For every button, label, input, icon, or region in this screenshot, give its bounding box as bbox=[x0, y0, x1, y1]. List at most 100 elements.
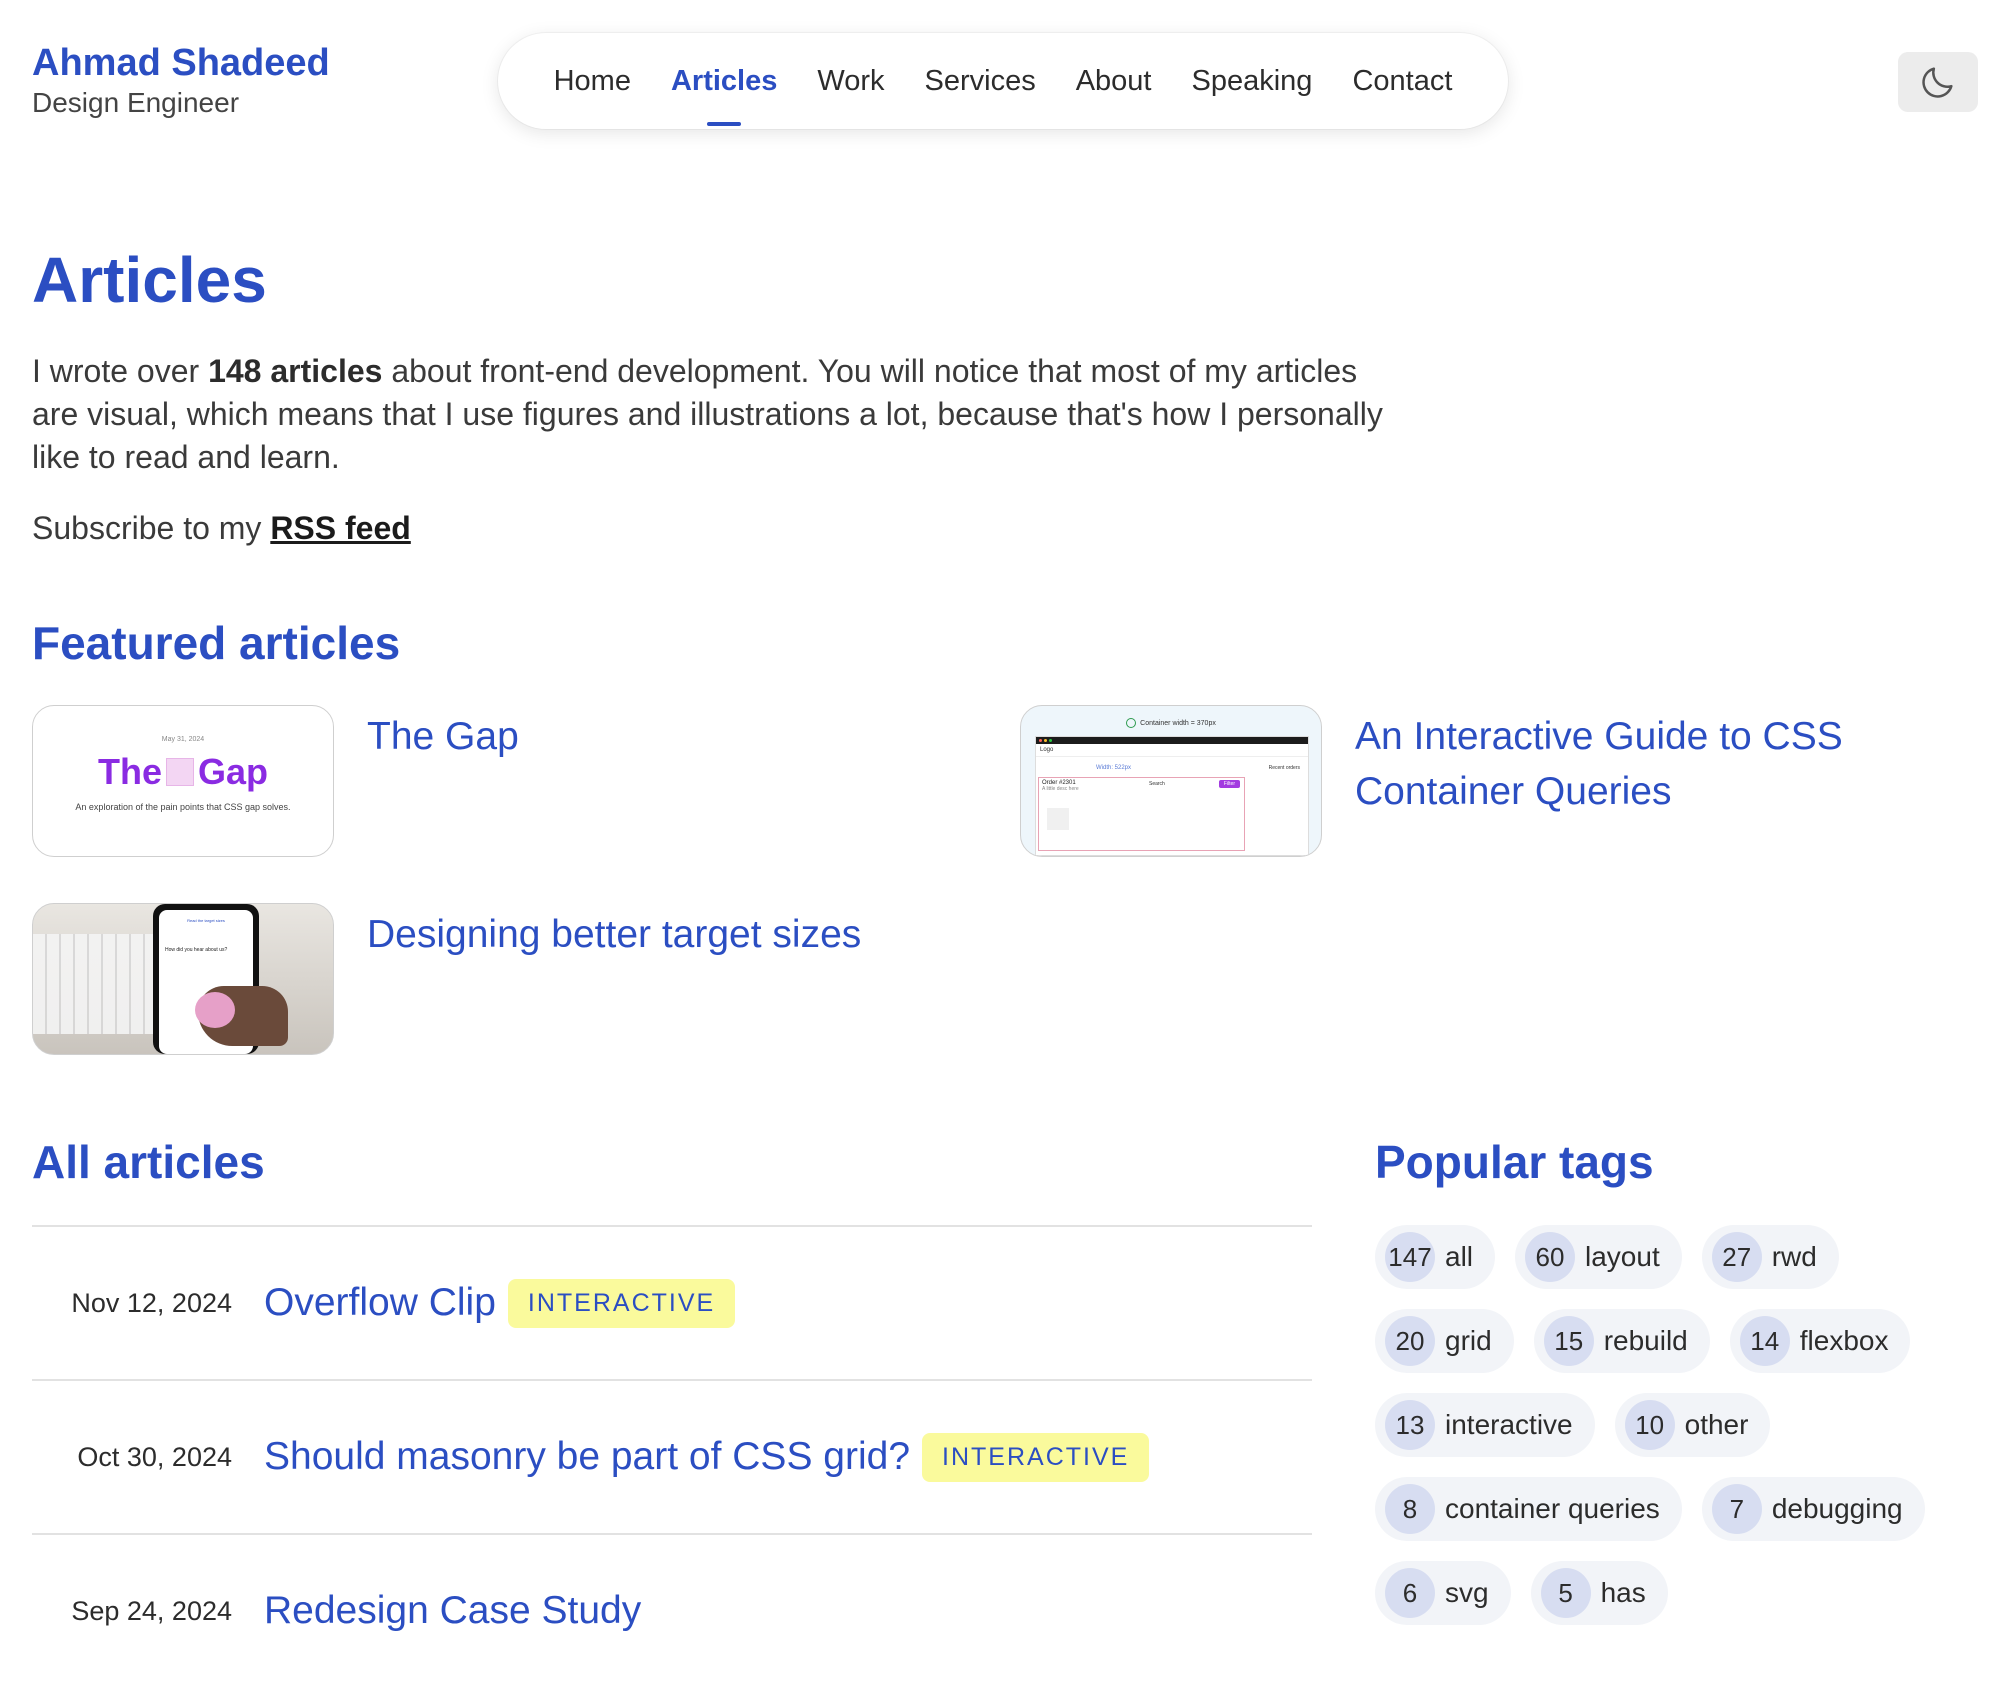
tag-count: 13 bbox=[1385, 1400, 1435, 1450]
tag-count: 5 bbox=[1540, 1568, 1591, 1618]
tag-name: other bbox=[1684, 1409, 1749, 1440]
rss-feed-link[interactable]: RSS feed bbox=[270, 510, 410, 546]
article-row[interactable]: Oct 30, 2024 Should masonry be part of C… bbox=[32, 1379, 1312, 1533]
thumb-order-card: Order #2301 A little desc here Search Fi… bbox=[1038, 777, 1245, 851]
tag-count: 7 bbox=[1711, 1484, 1762, 1534]
check-circle-icon bbox=[1126, 718, 1137, 728]
thumb-browser-bar bbox=[1036, 737, 1308, 744]
thumb-width-label: Width: 522px bbox=[1096, 765, 1132, 771]
thumb-date: May 31, 2024 bbox=[161, 736, 205, 743]
tag-count: 14 bbox=[1739, 1316, 1790, 1366]
tag-name: has bbox=[1600, 1577, 1646, 1608]
tag-debugging[interactable]: 7 debugging bbox=[1701, 1477, 1925, 1541]
featured-thumb-target-sizes[interactable]: Read the target sizes How did you hear a… bbox=[32, 903, 334, 1055]
featured-title-the-gap[interactable]: The Gap bbox=[367, 709, 519, 764]
brand-name-link[interactable]: Ahmad Shadeed bbox=[32, 40, 330, 86]
tag-count: 6 bbox=[1385, 1568, 1435, 1618]
intro-article-count: 148 articles bbox=[208, 353, 383, 389]
featured-heading: Featured articles bbox=[32, 617, 401, 669]
nav-home[interactable]: Home bbox=[534, 33, 651, 129]
tag-count: 27 bbox=[1711, 1232, 1762, 1282]
tag-name: grid bbox=[1445, 1325, 1492, 1356]
article-list: Nov 12, 2024 Overflow Clip INTERACTIVE O… bbox=[32, 1225, 1312, 1687]
thumb-container-label: Container width = 370px bbox=[1021, 718, 1321, 728]
nav-about[interactable]: About bbox=[1056, 33, 1172, 129]
tag-name: debugging bbox=[1771, 1493, 1903, 1524]
tag-name: svg bbox=[1445, 1577, 1489, 1608]
thumb-word-gap: Gap bbox=[198, 751, 269, 792]
tag-svg[interactable]: 6 svg bbox=[1375, 1561, 1511, 1625]
article-date: Sep 24, 2024 bbox=[71, 1595, 232, 1626]
article-row[interactable]: Nov 12, 2024 Overflow Clip INTERACTIVE bbox=[32, 1225, 1312, 1379]
tag-container-queries[interactable]: 8 container queries bbox=[1375, 1477, 1682, 1541]
tag-flexbox[interactable]: 14 flexbox bbox=[1729, 1309, 1911, 1373]
page-title: Articles bbox=[32, 244, 267, 316]
subscribe-text: Subscribe to my bbox=[32, 510, 271, 546]
thumb-caption: An exploration of the pain points that C… bbox=[75, 802, 291, 812]
article-row[interactable]: Sep 24, 2024 Redesign Case Study bbox=[32, 1533, 1312, 1687]
tag-count: 147 bbox=[1385, 1232, 1435, 1282]
featured-title-target-sizes[interactable]: Designing better target sizes bbox=[367, 907, 861, 962]
thumb-order: Order #2301 bbox=[1042, 780, 1076, 786]
thumb-browser: Logo Width: 522px Recent orders Order #2… bbox=[1035, 736, 1309, 856]
article-title-link[interactable]: Should masonry be part of CSS grid? bbox=[264, 1435, 910, 1479]
intro-text-before: I wrote over bbox=[32, 353, 209, 389]
nav-contact[interactable]: Contact bbox=[1332, 33, 1472, 129]
tag-grid[interactable]: 20 grid bbox=[1375, 1309, 1514, 1373]
tag-other[interactable]: 10 other bbox=[1614, 1393, 1771, 1457]
article-title-link[interactable]: Redesign Case Study bbox=[264, 1589, 641, 1633]
tag-name: all bbox=[1445, 1241, 1474, 1272]
thumb-filter: Filter bbox=[1218, 780, 1240, 788]
nav-speaking[interactable]: Speaking bbox=[1172, 33, 1333, 129]
thumb-wordmark: The Gap bbox=[33, 751, 333, 793]
thumb-logo: Logo bbox=[1036, 744, 1308, 757]
featured-card-the-gap[interactable]: May 31, 2024 The Gap An exploration of t… bbox=[32, 705, 992, 857]
tag-name: container queries bbox=[1445, 1493, 1660, 1524]
nav-articles[interactable]: Articles bbox=[651, 33, 797, 129]
tag-rebuild[interactable]: 15 rebuild bbox=[1533, 1309, 1710, 1373]
thumb-order-sub: A little desc here bbox=[1042, 786, 1079, 792]
featured-card-target-sizes[interactable]: Read the target sizes How did you hear a… bbox=[32, 903, 992, 1055]
tag-has[interactable]: 5 has bbox=[1530, 1561, 1668, 1625]
tag-count: 10 bbox=[1624, 1400, 1675, 1450]
brand-role: Design Engineer bbox=[32, 87, 240, 118]
tag-name: interactive bbox=[1445, 1409, 1573, 1440]
window-dot-red bbox=[1039, 739, 1042, 742]
thumb-search: Search bbox=[1149, 781, 1165, 787]
thumb-container-width: Container width = 370px bbox=[1140, 719, 1216, 727]
article-title-link[interactable]: Overflow Clip bbox=[264, 1281, 496, 1325]
tag-layout[interactable]: 60 layout bbox=[1515, 1225, 1682, 1289]
featured-thumb-the-gap[interactable]: May 31, 2024 The Gap An exploration of t… bbox=[32, 705, 334, 857]
theme-toggle-button[interactable] bbox=[1898, 52, 1978, 112]
nav-services[interactable]: Services bbox=[905, 33, 1056, 129]
thumb-fingertip bbox=[195, 992, 235, 1028]
tag-count: 20 bbox=[1385, 1316, 1435, 1366]
thumb-keyboard bbox=[33, 934, 173, 1034]
nav-work[interactable]: Work bbox=[797, 33, 904, 129]
tag-name: rwd bbox=[1771, 1241, 1817, 1272]
article-date: Nov 12, 2024 bbox=[71, 1287, 232, 1318]
all-articles-heading: All articles bbox=[32, 1136, 265, 1188]
main-nav: Home Articles Work Services About Speaki… bbox=[498, 33, 1508, 129]
subscribe-line: Subscribe to my RSS feed bbox=[32, 506, 411, 550]
featured-thumb-container-queries[interactable]: Container width = 370px Logo Width: 522p… bbox=[1020, 705, 1322, 857]
thumb-phone-question: How did you hear about us? bbox=[165, 947, 228, 953]
thumb-phone-top: Read the target sizes bbox=[187, 918, 225, 923]
thumb-word-the: The bbox=[97, 751, 162, 792]
thumb-recent-orders: Recent orders bbox=[1268, 765, 1300, 771]
site-brand[interactable]: Ahmad Shadeed Design Engineer bbox=[32, 40, 330, 120]
tag-count: 8 bbox=[1385, 1484, 1435, 1534]
popular-tags-heading: Popular tags bbox=[1375, 1136, 1654, 1188]
tag-name: rebuild bbox=[1603, 1325, 1688, 1356]
interactive-badge: INTERACTIVE bbox=[922, 1432, 1150, 1482]
moon-icon bbox=[1922, 67, 1953, 98]
tag-name: layout bbox=[1585, 1241, 1660, 1272]
tag-count: 60 bbox=[1525, 1232, 1576, 1282]
tag-rwd[interactable]: 27 rwd bbox=[1701, 1225, 1839, 1289]
featured-title-container-queries[interactable]: An Interactive Guide to CSS Container Qu… bbox=[1355, 709, 1960, 819]
tag-list: 147 all 60 layout 27 rwd 20 grid 15 rebuild 1… bbox=[1375, 1225, 1935, 1625]
tag-all[interactable]: 147 all bbox=[1375, 1225, 1496, 1289]
tag-interactive[interactable]: 13 interactive bbox=[1375, 1393, 1595, 1457]
featured-card-container-queries[interactable]: Container width = 370px Logo Width: 522p… bbox=[1020, 705, 1960, 857]
thumb-gap-box bbox=[166, 758, 194, 786]
